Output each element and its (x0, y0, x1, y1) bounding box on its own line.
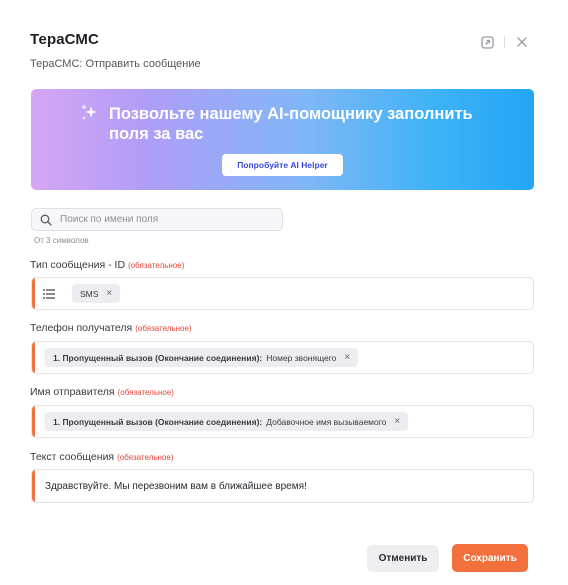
field-label-text: Тип сообщения - ID (30, 259, 126, 271)
sender-name-label: Имя отправителя (обязательное) (30, 386, 174, 398)
field-search (31, 208, 283, 231)
field-label-text: Текст сообщения (30, 451, 115, 463)
chip-source: 1. Пропущенный вызов (Окончание соединен… (53, 416, 263, 427)
recipient-phone-label: Телефон получателя (обязательное) (30, 322, 192, 334)
variable-chip: 1. Пропущенный вызов (Окончание соединен… (45, 348, 359, 367)
search-icon (40, 214, 52, 226)
remove-chip-icon[interactable]: × (394, 416, 400, 427)
list-icon (43, 288, 55, 299)
selected-option-chip: SMS × (72, 284, 121, 303)
search-input[interactable] (60, 214, 260, 225)
message-type-label: Тип сообщения - ID (обязательное) (30, 259, 184, 271)
message-text-label: Текст сообщения (обязательное) (30, 451, 174, 463)
close-icon[interactable] (514, 34, 530, 50)
required-badge: (обязательное) (117, 388, 174, 397)
field-label-text: Телефон получателя (30, 322, 133, 334)
message-type-field[interactable]: SMS × (31, 277, 534, 310)
sender-name-field[interactable]: 1. Пропущенный вызов (Окончание соединен… (31, 405, 534, 438)
ai-banner-title: Позвольте нашему AI-помощнику заполнить … (109, 105, 473, 143)
remove-chip-icon[interactable]: × (344, 352, 350, 363)
ai-helper-banner: Позвольте нашему AI-помощнику заполнить … (31, 89, 534, 190)
open-external-icon[interactable] (479, 34, 495, 50)
required-badge: (обязательное) (117, 453, 174, 462)
search-hint: От 3 символов (34, 236, 89, 245)
variable-chip: 1. Пропущенный вызов (Окончание соединен… (45, 412, 409, 431)
sparkle-icon (79, 103, 99, 128)
save-button[interactable]: Сохранить (452, 544, 528, 572)
message-text-field[interactable]: Здравствуйте. Мы перезвоним вам в ближай… (31, 469, 534, 503)
cancel-button[interactable]: Отменить (367, 545, 439, 572)
chip-value: Номер звонящего (266, 352, 337, 363)
required-badge: (обязательное) (128, 261, 185, 270)
try-ai-helper-button[interactable]: Попробуйте AI Helper (222, 154, 343, 176)
chip-source: 1. Пропущенный вызов (Окончание соединен… (53, 352, 263, 363)
message-text-value: Здравствуйте. Мы перезвоним вам в ближай… (45, 480, 307, 492)
header-actions (479, 34, 530, 50)
required-badge: (обязательное) (135, 324, 192, 333)
remove-chip-icon[interactable]: × (106, 288, 112, 299)
header-divider (504, 36, 505, 48)
chip-label: SMS (80, 288, 99, 299)
chip-value: Добавочное имя вызываемого (266, 416, 387, 427)
dialog-subtitle: ТераСМС: Отправить сообщение (30, 58, 201, 70)
recipient-phone-field[interactable]: 1. Пропущенный вызов (Окончание соединен… (31, 341, 534, 374)
dialog-title: ТераСМС (30, 31, 99, 48)
field-label-text: Имя отправителя (30, 386, 115, 398)
